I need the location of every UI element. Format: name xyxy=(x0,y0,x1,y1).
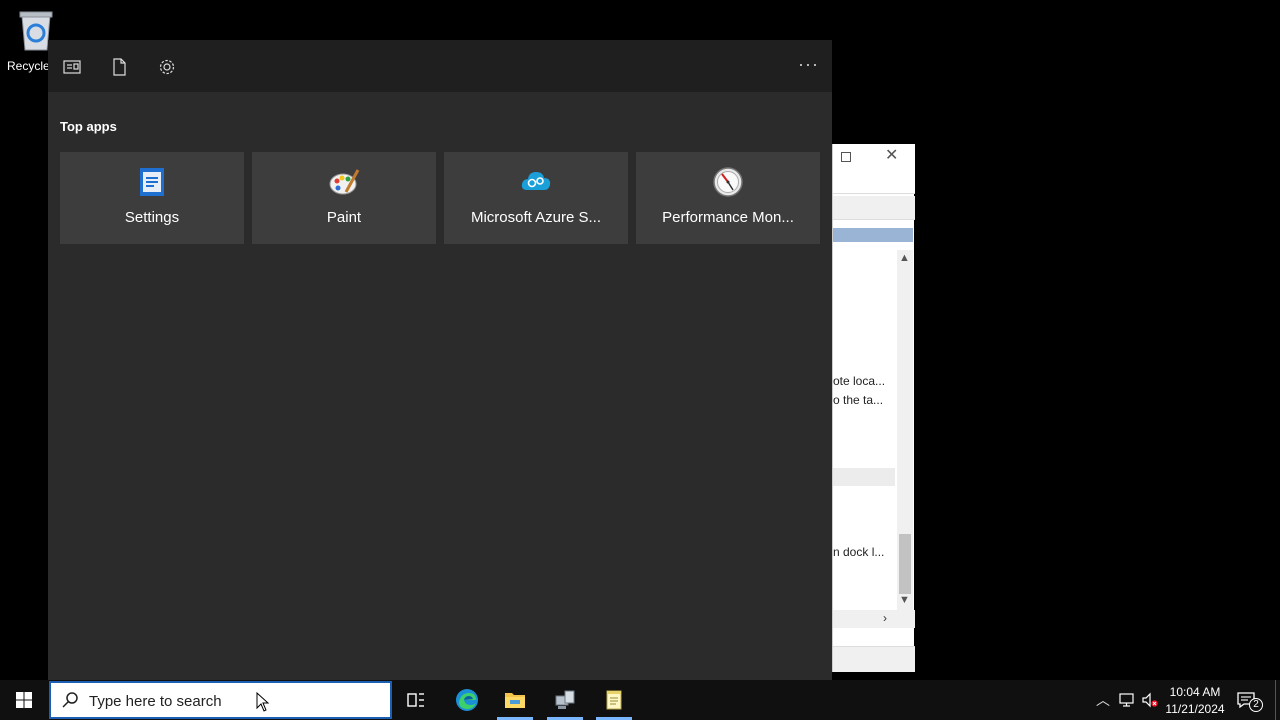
taskbar: ︿ 10:04 AM 11/21/2024 2 xyxy=(0,680,1280,720)
search-panel-toolbar: ··· xyxy=(48,40,832,92)
recycle-bin-label: Recycle xyxy=(7,59,50,73)
paint-palette-icon xyxy=(329,169,360,195)
text-line: ote loca... xyxy=(833,374,886,388)
edge-icon xyxy=(456,689,478,711)
search-input[interactable] xyxy=(89,689,369,713)
edge-taskbar-button[interactable] xyxy=(443,680,491,720)
settings-app-icon xyxy=(140,168,164,196)
background-window[interactable]: ✕ ▲ ▼ ote loca... o the ta... n dock l..… xyxy=(832,144,915,672)
show-desktop-button[interactable] xyxy=(1275,680,1276,720)
top-app-tile-performance-monitor[interactable]: Performance Mon... xyxy=(636,152,820,244)
tile-label: Microsoft Azure S... xyxy=(470,209,602,226)
mouse-pointer-icon xyxy=(256,692,270,712)
scroll-down-icon[interactable]: ▼ xyxy=(899,594,910,606)
vertical-scrollbar[interactable]: ▲ ▼ xyxy=(897,250,913,610)
tile-label: Settings xyxy=(124,209,180,226)
clock-time: 10:04 AM xyxy=(1169,685,1221,699)
selected-row xyxy=(833,228,913,242)
scroll-thumb[interactable] xyxy=(899,534,911,594)
clock-date: 11/21/2024 xyxy=(1165,702,1225,716)
top-apps-heading: Top apps xyxy=(60,119,117,134)
start-button[interactable] xyxy=(0,680,48,720)
taskbar-search-box[interactable] xyxy=(49,681,392,719)
notepad-icon xyxy=(606,690,622,710)
top-app-tile-paint[interactable]: Paint xyxy=(252,152,436,244)
action-center-button[interactable]: 2 xyxy=(1236,688,1263,712)
scroll-up-icon[interactable]: ▲ xyxy=(899,252,910,264)
notepad-taskbar-button[interactable] xyxy=(590,680,638,720)
status-bar xyxy=(833,646,915,672)
scroll-right-icon[interactable]: › xyxy=(883,611,887,625)
network-tool-taskbar-button[interactable] xyxy=(541,680,589,720)
maximize-button[interactable] xyxy=(841,152,851,162)
window-titlebar: ✕ xyxy=(833,144,915,194)
task-view-icon xyxy=(407,693,424,707)
tile-label: Performance Mon... xyxy=(662,209,794,226)
close-icon[interactable]: ✕ xyxy=(885,148,898,164)
network-computer-icon xyxy=(555,690,575,709)
network-status-icon[interactable] xyxy=(1118,691,1136,709)
top-app-tile-azure-storage[interactable]: Microsoft Azure S... xyxy=(444,152,628,244)
more-options-icon[interactable]: ··· xyxy=(798,54,819,75)
folder-icon xyxy=(505,693,525,708)
top-app-tile-settings[interactable]: Settings xyxy=(60,152,244,244)
settings-gear-icon[interactable] xyxy=(158,58,176,76)
text-line: n dock l... xyxy=(833,545,885,559)
task-view-button[interactable] xyxy=(392,680,440,720)
list-separator xyxy=(833,468,895,486)
search-panel: ··· Top apps Settings Paint Microsoft Az… xyxy=(48,40,832,680)
azure-cloud-gear-icon xyxy=(521,172,551,190)
window-toolbar xyxy=(833,196,915,220)
windows-logo-icon xyxy=(16,692,32,708)
volume-muted-icon[interactable] xyxy=(1141,691,1159,709)
show-hidden-icons-icon[interactable]: ︿ xyxy=(1096,690,1110,710)
notification-count-badge: 2 xyxy=(1249,698,1263,712)
taskbar-clock[interactable]: 10:04 AM 11/21/2024 xyxy=(1160,684,1230,718)
apps-icon[interactable] xyxy=(63,58,81,76)
search-icon xyxy=(62,692,78,708)
documents-icon[interactable] xyxy=(110,58,128,76)
performance-gauge-icon xyxy=(713,167,743,197)
horizontal-scrollbar[interactable]: › xyxy=(833,610,915,628)
tile-label: Paint xyxy=(326,209,362,226)
text-line: o the ta... xyxy=(833,393,884,407)
file-explorer-taskbar-button[interactable] xyxy=(491,680,539,720)
